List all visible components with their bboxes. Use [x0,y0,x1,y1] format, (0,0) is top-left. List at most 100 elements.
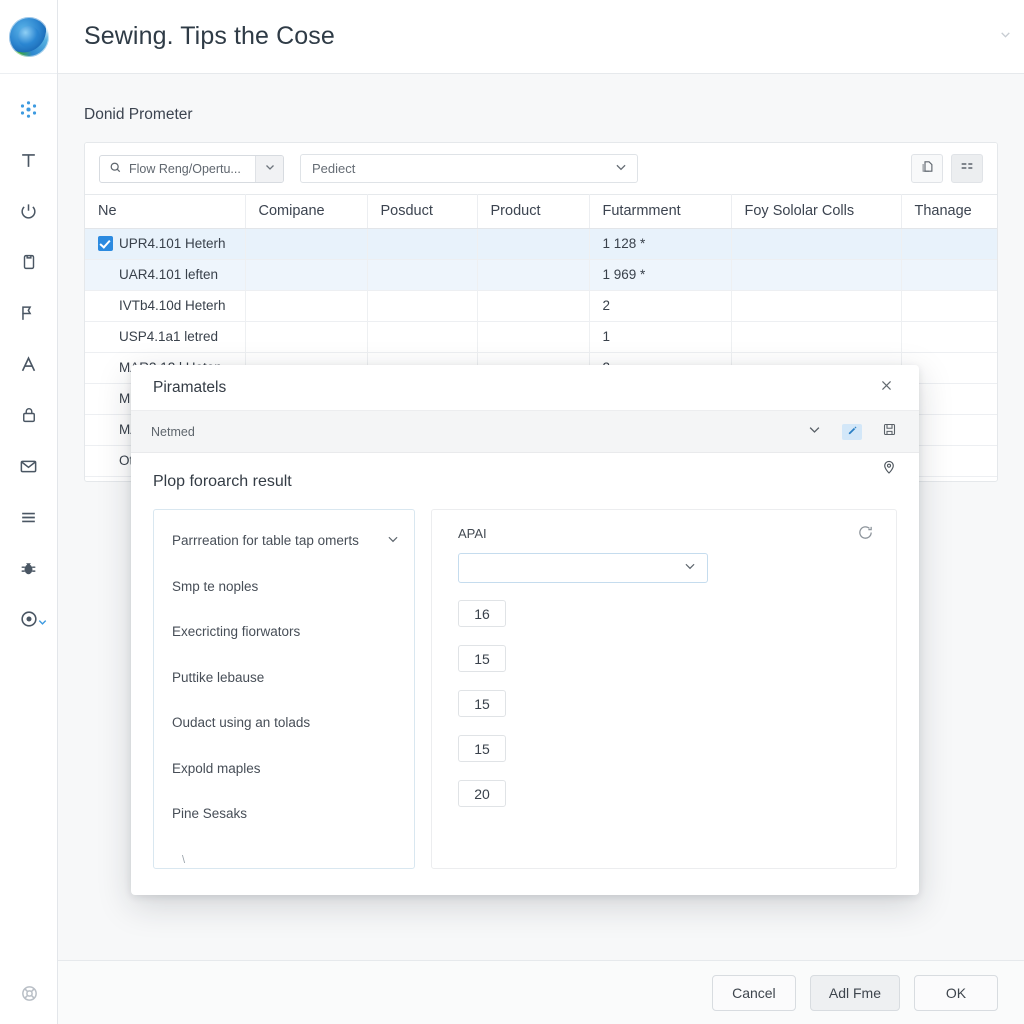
rail-item-power-rotate[interactable] [9,198,49,224]
rail-item-lifebuoy[interactable] [0,984,58,1008]
row-name-cell[interactable]: UAR4.101 leften [85,259,246,291]
search-icon [109,161,122,177]
close-button[interactable] [875,377,897,399]
lifebuoy-icon [20,984,39,1008]
cell-thanage [901,321,997,353]
list-item[interactable]: Puttike lebause [154,655,414,701]
list-item[interactable]: Parrreation for table tap omerts [154,518,414,564]
value-field[interactable]: 16 [458,600,506,627]
project-select-value: Pediect [312,161,356,176]
list-item[interactable]: Expold maples [154,746,414,792]
project-select[interactable]: Pediect [300,154,638,183]
rows-view-button[interactable] [951,154,983,183]
list-item-label: Smp te noples [172,578,259,594]
cell-comipane [245,290,368,322]
row-name: UAR4.101 leften [119,267,219,282]
value-field[interactable]: 15 [458,690,506,717]
add-frame-button[interactable]: Adl Fme [809,974,900,1011]
chevron-down-icon [683,559,697,578]
clipboard-icon [20,253,38,271]
table-row[interactable]: UPR4.101 Heterh 1 128 * [85,228,997,260]
scroll-cue: \ [182,854,186,866]
cancel-button[interactable]: Cancel [711,974,796,1011]
rail-item-clipboard[interactable] [9,249,49,275]
table-row[interactable]: USP4.1a1 letred 1 [85,321,997,353]
cell-futarmment: 2 [589,290,732,322]
column-header-product[interactable]: Product [477,194,590,229]
cell-thanage [901,290,997,322]
copy-page-button[interactable] [911,154,943,183]
save-button[interactable] [882,422,897,442]
list-item[interactable]: Execricting fiorwators [154,609,414,655]
flag-pointer-icon [19,304,38,323]
list-item[interactable]: Oudact using an tolads [154,700,414,746]
rail-item-lock[interactable] [9,402,49,428]
chevron-down-icon [37,617,48,628]
value-field[interactable]: 15 [458,735,506,762]
cell-posduct [367,290,478,322]
column-header-futarmment[interactable]: Futarmment [589,194,732,229]
cell-product [477,321,590,353]
rail-item-text-tool[interactable] [9,147,49,173]
value-field[interactable]: 20 [458,780,506,807]
row-name: UPR4.101 Heterh [119,236,226,251]
subbar-dropdown-button[interactable] [807,422,822,442]
close-icon [879,378,894,398]
save-disk-icon [882,423,897,441]
text-tool-icon [19,151,38,170]
dialog-section-title: Plop foroarch result [153,473,292,490]
search-input-value: Flow Reng/Opertu... [129,161,241,176]
list-item-label: Pine Sesaks [172,806,248,822]
rows-view-icon [959,158,975,179]
cell-product [477,259,590,291]
dialog-subbar: Netmed [131,411,919,453]
column-header-comipane[interactable]: Comipane [245,194,368,229]
envelope-icon [19,457,38,476]
cell-posduct [367,321,478,353]
column-header-thanage[interactable]: Thanage [901,194,997,229]
search-dropdown-button[interactable] [255,155,283,182]
chevron-down-icon[interactable] [386,532,400,549]
list-item-label: Parrreation for table tap omerts [172,533,359,549]
row-name-cell[interactable]: IVTb4.10d Heterh [85,290,246,322]
value-select[interactable] [458,553,708,583]
title-bar: Sewing. Tips the Cose [58,0,1024,74]
table-row[interactable]: UAR4.101 leften 1 969 * [85,259,997,291]
rail-item-list [0,74,57,632]
column-header-foy-sololar[interactable]: Foy Sololar Colls [731,194,902,229]
rail-item-bug[interactable] [9,555,49,581]
search-combo[interactable]: Flow Reng/Opertu... [99,154,284,183]
search-input[interactable]: Flow Reng/Opertu... [100,156,255,182]
lock-icon [20,406,38,424]
table-row[interactable]: IVTb4.10d Heterh 2 [85,290,997,322]
app-logo[interactable] [0,0,57,74]
row-checkbox[interactable] [98,236,113,251]
rail-item-network-nodes[interactable] [9,96,49,122]
value-field[interactable]: 15 [458,645,506,672]
row-name-cell[interactable]: USP4.1a1 letred [85,321,246,353]
rail-item-envelope[interactable] [9,453,49,479]
refresh-arrow-icon[interactable] [857,524,874,546]
row-name-cell[interactable]: UPR4.101 Heterh [85,228,246,260]
rail-item-list-lines[interactable] [9,504,49,530]
ok-button[interactable]: OK [914,974,998,1011]
rail-item-letter-a[interactable] [9,351,49,377]
parameter-values-panel: APAI 16 15 15 15 20 [431,509,897,869]
cell-foy [731,228,902,260]
cell-comipane [245,321,368,353]
cell-foy [731,290,902,322]
chevron-down-icon[interactable] [999,28,1012,46]
rail-item-target-eye[interactable] [9,606,49,632]
list-item[interactable]: Pine Sesaks [154,791,414,837]
list-item-label: Expold maples [172,760,261,776]
copy-page-icon [920,159,935,179]
cell-futarmment: 1 128 * [589,228,732,260]
location-pin-icon[interactable] [881,459,897,480]
column-header-ne[interactable]: Ne [85,194,246,229]
rail-item-flag-pointer[interactable] [9,300,49,326]
table-toolbar: Flow Reng/Opertu... Pediect [85,143,997,194]
cell-product [477,228,590,260]
column-header-posduct[interactable]: Posduct [367,194,478,229]
edit-button[interactable] [842,423,862,440]
list-item[interactable]: Smp te noples [154,564,414,610]
